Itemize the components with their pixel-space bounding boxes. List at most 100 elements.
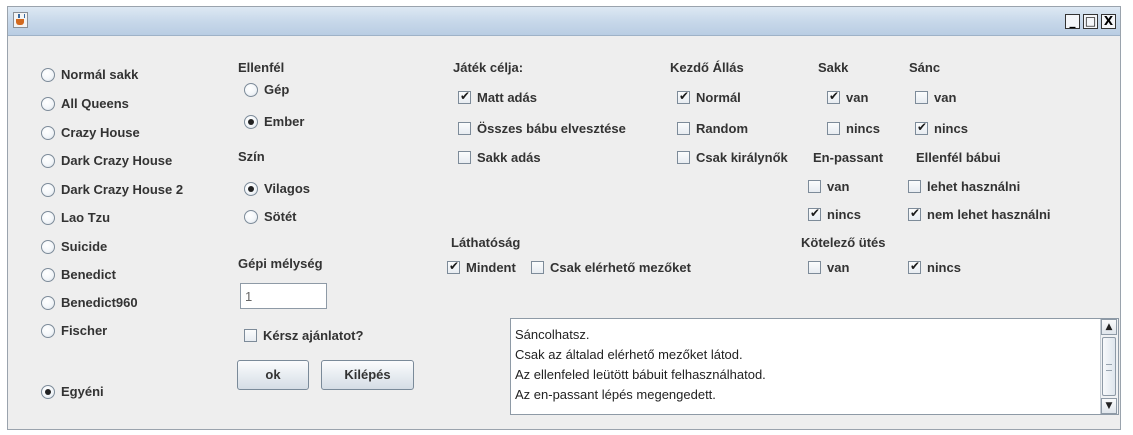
opponent-option-machine[interactable]: Gép [244,82,289,97]
checkbox-icon[interactable] [458,122,471,135]
checkbox-checked-icon[interactable] [447,259,460,274]
en-passant-option-no[interactable]: nincs [808,206,861,222]
variant-option[interactable]: Suicide [41,239,107,254]
visibility-option-all[interactable]: Mindent [447,259,516,275]
en-passant-option-yes[interactable]: van [808,179,849,194]
start-option-normal[interactable]: Normál [677,89,741,105]
java-cup-icon[interactable] [13,12,28,28]
radio-icon[interactable] [244,209,258,224]
checkbox-checked-icon[interactable] [908,259,921,274]
scroll-down-icon[interactable]: ▼ [1101,398,1117,414]
variant-option[interactable]: Dark Crazy House 2 [41,182,183,197]
radio-selected-icon[interactable] [244,181,258,196]
start-label: Csak királynők [696,150,788,165]
radio-icon[interactable] [41,323,55,338]
checkbox-checked-icon[interactable] [808,206,821,221]
checkbox-checked-icon[interactable] [458,89,471,104]
radio-icon[interactable] [41,295,55,310]
variant-label: Lao Tzu [61,210,111,225]
checkbox-icon[interactable] [531,261,544,274]
goal-option-check[interactable]: Sakk adás [458,150,541,165]
variant-option[interactable]: Lao Tzu [41,210,110,225]
checkbox-icon[interactable] [827,122,840,135]
radio-icon[interactable] [244,82,258,97]
ok-button[interactable]: ok [237,360,309,390]
log-line: Sáncolhatsz. [515,327,590,342]
variant-label: Benedict960 [61,295,138,310]
goal-option-mate[interactable]: Matt adás [458,89,537,105]
radio-icon[interactable] [41,153,55,168]
forced-capture-title: Kötelező ütés [801,235,886,250]
radio-icon[interactable] [41,210,55,225]
check-rule-option-yes[interactable]: van [827,89,868,105]
radio-icon[interactable] [41,125,55,140]
check-rule-option-no[interactable]: nincs [827,121,880,136]
app-window: _ □ X Normál sakk All Queens Crazy House… [7,6,1121,430]
visibility-option-reachable[interactable]: Csak elérhető mezőket [531,260,691,275]
log-line: Az en-passant lépés megengedett. [515,387,716,402]
castling-option-no[interactable]: nincs [915,120,968,136]
checkbox-checked-icon[interactable] [677,89,690,104]
opp-pieces-option-forbidden[interactable]: nem lehet használni [908,206,1051,222]
log-scrollbar[interactable]: ▲ ▼ [1100,319,1118,414]
depth-input[interactable] [240,283,327,309]
variant-option[interactable]: Benedict960 [41,295,138,310]
log-text[interactable]: Sáncolhatsz. Csak az általad elérhető me… [515,325,1096,405]
start-option-random[interactable]: Random [677,121,748,136]
start-option-queens[interactable]: Csak királynők [677,150,788,165]
variant-label: Normál sakk [61,67,139,82]
variant-option[interactable]: Crazy House [41,125,140,140]
close-button[interactable]: X [1101,14,1116,29]
variant-option[interactable]: Normál sakk [41,67,138,82]
radio-icon[interactable] [41,67,55,82]
checkbox-icon[interactable] [458,151,471,164]
checkbox-checked-icon[interactable] [827,89,840,104]
forced-capture-option-no[interactable]: nincs [908,259,961,275]
scroll-thumb[interactable] [1102,337,1116,396]
checkbox-checked-icon[interactable] [915,120,928,135]
variant-option[interactable]: Fischer [41,323,107,338]
goal-title: Játék célja: [453,60,524,75]
grip-icon [1106,364,1112,371]
radio-selected-icon[interactable] [41,384,55,399]
goal-label: Matt adás [477,90,537,105]
forced-capture-option-yes[interactable]: van [808,260,849,275]
opponent-option-human[interactable]: Ember [244,114,304,129]
en-passant-title: En-passant [813,150,884,165]
opp-pieces-option-allowed[interactable]: lehet használni [908,179,1020,194]
castling-title: Sánc [909,60,941,75]
radio-icon[interactable] [41,267,55,282]
castling-option-yes[interactable]: van [915,90,956,105]
checkbox-icon[interactable] [677,151,690,164]
checkbox-checked-icon[interactable] [908,206,921,221]
opp-pieces-label: lehet használni [927,179,1021,194]
checkbox-icon[interactable] [244,329,257,342]
title-bar[interactable]: _ □ X [8,7,1120,36]
variant-option-custom[interactable]: Egyéni [41,384,104,399]
checkbox-icon[interactable] [915,91,928,104]
variant-label: Fischer [61,323,108,338]
color-option-dark[interactable]: Sötét [244,209,297,224]
radio-selected-icon[interactable] [244,114,258,129]
exit-button[interactable]: Kilépés [321,360,414,390]
checkbox-icon[interactable] [808,180,821,193]
checkbox-icon[interactable] [677,122,690,135]
variant-option[interactable]: All Queens [41,96,129,111]
en-passant-label: nincs [827,207,861,222]
hint-checkbox[interactable]: Kérsz ajánlatot? [244,328,363,343]
goal-option-lose-all[interactable]: Összes bábu elvesztése [458,121,626,136]
opp-pieces-label: nem lehet használni [927,207,1051,222]
maximize-button[interactable]: □ [1083,14,1098,29]
message-log[interactable]: Sáncolhatsz. Csak az általad elérhető me… [510,318,1119,415]
minimize-button[interactable]: _ [1065,14,1080,29]
radio-icon[interactable] [41,182,55,197]
visibility-label: Mindent [466,260,516,275]
variant-option[interactable]: Dark Crazy House [41,153,172,168]
color-option-light[interactable]: Vilagos [244,181,310,196]
radio-icon[interactable] [41,239,55,254]
variant-option[interactable]: Benedict [41,267,116,282]
checkbox-icon[interactable] [808,261,821,274]
checkbox-icon[interactable] [908,180,921,193]
scroll-up-icon[interactable]: ▲ [1101,319,1117,335]
radio-icon[interactable] [41,96,55,111]
